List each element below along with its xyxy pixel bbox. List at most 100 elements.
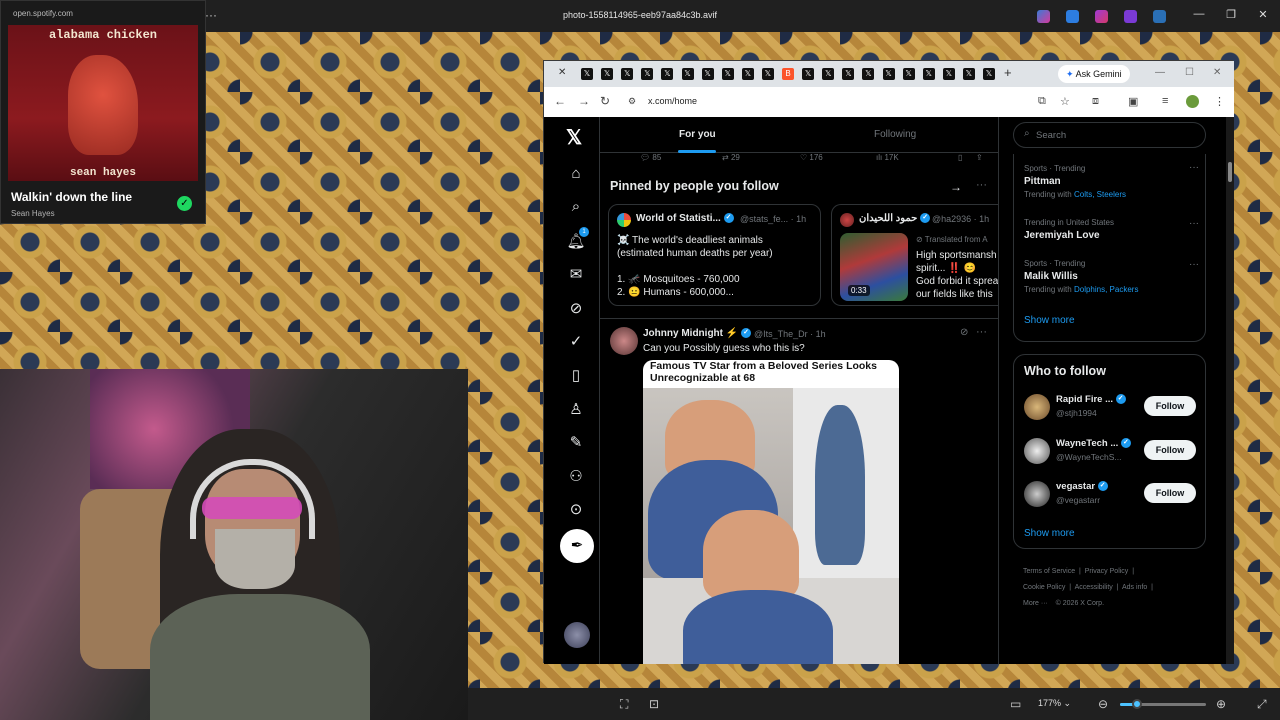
x-tab-icon[interactable]: 𝕏 xyxy=(983,68,995,80)
footer-link[interactable]: Accessibility xyxy=(1075,584,1113,591)
footer-link[interactable]: Cookie Policy xyxy=(1023,584,1065,591)
follow-button[interactable]: Follow xyxy=(1144,483,1196,503)
show-more-trends-link[interactable]: Show more xyxy=(1024,315,1075,326)
communities-icon[interactable]: ✓ xyxy=(566,332,586,350)
tweet[interactable]: Johnny Midnight ⚡ ✓ @Its_The_Dr · 1h ⊘ ·… xyxy=(600,318,998,664)
home-icon[interactable]: ⌂ xyxy=(566,165,586,182)
profile-icon[interactable] xyxy=(1186,95,1199,108)
like-count[interactable]: ♡ 176 xyxy=(800,153,823,162)
bookmark-star-icon[interactable]: ☆ xyxy=(1060,95,1070,108)
follow-button[interactable]: Follow xyxy=(1144,440,1196,460)
show-more-follow-link[interactable]: Show more xyxy=(1024,528,1075,539)
tab-following[interactable]: Following xyxy=(874,129,916,140)
x-logo-icon[interactable]: 𝕏 xyxy=(566,125,582,150)
x-tab-icon[interactable]: 𝕏 xyxy=(741,68,754,80)
browser-minimize-button[interactable]: — xyxy=(1155,67,1165,78)
tab-close-icon[interactable]: ✕ xyxy=(558,67,566,78)
zoom-in-icon[interactable]: ⊕ xyxy=(1216,697,1226,711)
pinned-more-icon[interactable]: ··· xyxy=(976,179,987,191)
x-tab-icon[interactable]: 𝕏 xyxy=(701,68,714,80)
new-tab-button[interactable]: + xyxy=(1004,65,1012,80)
brave-tab-icon[interactable]: B xyxy=(782,68,794,80)
follow-suggestion[interactable]: Rapid Fire ... ✓ @stjh1994 Follow xyxy=(1024,392,1199,422)
x-tab-icon[interactable]: 𝕏 xyxy=(641,68,654,80)
scrollbar-thumb[interactable] xyxy=(1228,162,1232,182)
track-title[interactable]: Walkin' down the line xyxy=(11,190,132,204)
close-button[interactable]: ✕ xyxy=(1255,8,1271,21)
share-icon[interactable]: ⇪ xyxy=(976,153,983,162)
bookmarks-icon[interactable]: ▯ xyxy=(566,366,586,384)
x-tab-icon[interactable]: 𝕏 xyxy=(721,68,734,80)
reply-count[interactable]: 💬︎ 85 xyxy=(640,153,661,162)
trend-more-icon[interactable]: ··· xyxy=(1189,259,1199,270)
x-tab-icon[interactable]: 𝕏 xyxy=(942,68,955,80)
trend-item[interactable]: Sports · Trending Malik Willis Trending … xyxy=(1024,259,1138,294)
browser-maximize-button[interactable]: ☐ xyxy=(1185,67,1194,78)
account-avatar[interactable] xyxy=(564,622,590,648)
follow-button[interactable]: Follow xyxy=(1144,396,1196,416)
copilot-icon[interactable] xyxy=(1037,10,1050,23)
zoom-slider[interactable] xyxy=(1120,699,1206,709)
avatar[interactable] xyxy=(1024,438,1050,464)
designer-icon[interactable] xyxy=(1124,10,1137,23)
post-button[interactable]: ✒ xyxy=(560,529,594,563)
view-count[interactable]: ılı 17K xyxy=(876,153,899,162)
album-art[interactable]: alabama chicken sean hayes xyxy=(8,25,198,181)
x-tab-icon[interactable]: 𝕏 xyxy=(661,68,674,80)
follow-suggestion[interactable]: WayneTech ... ✓ @WayneTechS... Follow xyxy=(1024,436,1199,466)
onedrive-icon[interactable] xyxy=(1153,10,1166,23)
trend-more-icon[interactable]: ··· xyxy=(1189,162,1199,173)
clipchamp-icon[interactable] xyxy=(1095,10,1108,23)
trend-item[interactable]: Sports · Trending Pittman Trending with … xyxy=(1024,164,1126,199)
tab-search-icon[interactable]: ▣ xyxy=(1128,95,1138,108)
explore-icon[interactable]: ⌕ xyxy=(566,198,586,215)
trend-more-icon[interactable]: ··· xyxy=(1189,218,1199,229)
edit-icon[interactable] xyxy=(1066,10,1079,23)
x-tab-icon[interactable]: 𝕏 xyxy=(842,68,855,80)
grok-icon[interactable]: ⊘ xyxy=(566,299,586,317)
x-tab-icon[interactable]: 𝕏 xyxy=(802,68,815,80)
avatar[interactable] xyxy=(610,327,638,355)
articles-icon[interactable]: ✎ xyxy=(566,433,586,451)
reload-icon[interactable]: ↻ xyxy=(600,94,610,108)
crop-icon[interactable]: ⛶ xyxy=(620,697,628,712)
search-box[interactable]: ⌕ xyxy=(1013,122,1206,148)
restore-button[interactable]: ❐ xyxy=(1223,8,1239,21)
x-tab-icon[interactable]: 𝕏 xyxy=(882,68,895,80)
jobs-icon[interactable]: ♙ xyxy=(566,400,586,418)
forward-icon[interactable]: → xyxy=(578,94,590,108)
x-tab-icon[interactable]: 𝕏 xyxy=(681,68,694,80)
fit-to-window-icon[interactable]: ▭ xyxy=(1010,697,1021,711)
trend-links[interactable]: Colts, Steelers xyxy=(1074,190,1126,199)
profile-nav-icon[interactable]: ⚇ xyxy=(566,467,586,485)
footer-link[interactable]: More ··· xyxy=(1023,600,1048,607)
x-tab-icon[interactable]: 𝕏 xyxy=(822,68,835,80)
x-tab-icon[interactable]: 𝕏 xyxy=(862,68,875,80)
back-icon[interactable]: ← xyxy=(554,94,566,108)
install-app-icon[interactable]: ⧉ xyxy=(1038,95,1046,108)
pinned-card[interactable]: World of Statisti... ✓ @stats_fe... · 1h… xyxy=(608,204,821,306)
footer-link[interactable]: Privacy Policy xyxy=(1085,568,1129,575)
tweet-more-icon[interactable]: ··· xyxy=(976,326,987,338)
x-tab-icon[interactable]: 𝕏 xyxy=(621,68,634,80)
messages-icon[interactable]: ✉ xyxy=(566,265,586,283)
search-input[interactable] xyxy=(1036,127,1196,143)
footer-link[interactable]: Terms of Service xyxy=(1023,568,1075,575)
x-tab-icon[interactable]: 𝕏 xyxy=(601,68,614,80)
browser-close-button[interactable]: ✕ xyxy=(1213,67,1221,78)
minimize-button[interactable]: — xyxy=(1191,8,1207,20)
pinned-arrow-icon[interactable]: → xyxy=(950,180,962,194)
footer-link[interactable]: Ads info xyxy=(1122,584,1147,591)
menu-icon[interactable]: ⋮ xyxy=(1214,95,1225,108)
pinned-card[interactable]: حمود اللحيدان ✓ @ha2936 · 1h 0:33 ⊘ Tran… xyxy=(831,204,998,306)
tab-for-you[interactable]: For you xyxy=(679,129,716,140)
ask-gemini-button[interactable]: ✦ Ask Gemini xyxy=(1058,65,1130,83)
x-tab-icon[interactable]: 𝕏 xyxy=(581,68,593,80)
extensions-icon[interactable]: ⧈ xyxy=(1092,95,1099,108)
reading-list-icon[interactable]: ≡ xyxy=(1162,95,1168,107)
more-icon[interactable]: ⊙ xyxy=(566,500,586,518)
text-select-icon[interactable]: ⊡ xyxy=(649,697,659,711)
saved-check-icon[interactable]: ✓ xyxy=(177,196,192,211)
url-field[interactable]: x.com/home xyxy=(648,96,697,106)
x-tab-icon[interactable]: 𝕏 xyxy=(761,68,774,80)
